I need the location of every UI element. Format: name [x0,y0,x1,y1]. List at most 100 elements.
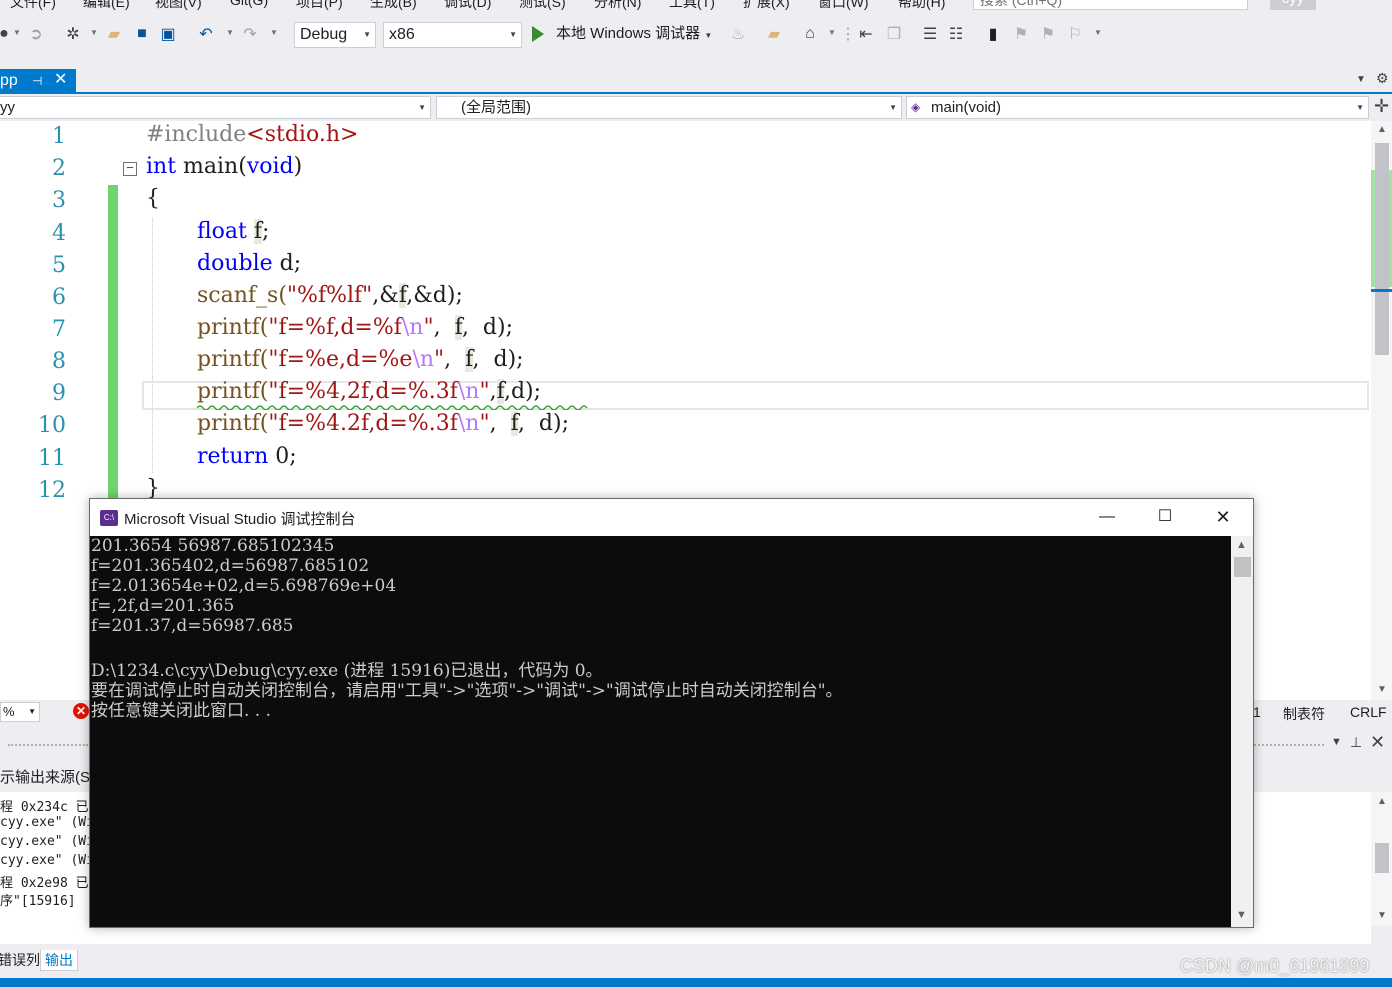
editor-scroll-thumb[interactable] [1375,143,1389,355]
code-line[interactable]: float f; [197,219,269,244]
scroll-down-icon[interactable]: ▼ [1236,909,1247,921]
menu-extensions[interactable]: 扩展(X) [743,0,790,12]
search-input[interactable]: 搜索 (Ctrl+Q) [973,0,1248,10]
step-icon[interactable]: ⇤ [856,24,876,44]
redo-icon[interactable]: ↷ [240,24,260,44]
platform-select[interactable]: x86 ▼ [383,22,522,48]
menu-help[interactable]: 帮助(H) [898,0,945,12]
line-number: 1 [52,124,66,149]
pin-icon[interactable]: ⊣ [32,69,42,93]
comment-icon[interactable]: ☰ [920,24,940,44]
close-icon[interactable]: ✕ [1208,503,1238,531]
escape-sequence: \n [457,411,480,436]
code-line[interactable]: printf("f=%e,d=%e\n", f, d); [197,347,524,372]
line-number: 5 [52,253,66,278]
line-ending[interactable]: CRLF [1350,704,1387,720]
save-all-icon[interactable]: ▣ [158,24,178,44]
project-select[interactable]: yy ▼ [0,96,431,119]
console-output[interactable]: 201.3654 56987.685102345 f=201.365402,d=… [90,536,1231,927]
save-icon[interactable]: ■ [132,24,152,44]
code-line[interactable]: #include<stdio.h> [146,122,358,147]
split-icon[interactable]: ✛ [1374,96,1389,117]
code-line[interactable]: printf("f=%f,d=%f\n", f, d); [197,315,513,340]
code-line[interactable]: printf("f=%4.2f,d=%.3f\n", f, d); [197,411,569,436]
debug-console-window[interactable]: C:\ Microsoft Visual Studio 调试控制台 — ☐ ✕ … [89,498,1254,928]
menu-build[interactable]: 生成(B) [370,0,417,12]
next-bookmark-icon[interactable]: ⚑ [1038,24,1058,44]
chevron-down-icon[interactable]: ▼ [13,28,21,37]
console-scroll-thumb[interactable] [1234,557,1251,577]
minimize-icon[interactable]: — [1092,503,1122,531]
menu-file[interactable]: 文件(F) [10,0,56,12]
code-line[interactable]: int main(void) [146,154,302,179]
chevron-down-icon[interactable]: ▼ [270,28,278,37]
prev-bookmark-icon[interactable]: ⚑ [1011,24,1031,44]
error-icon[interactable]: ✕ [73,703,89,719]
output-scroll-thumb[interactable] [1375,843,1389,873]
collapse-icon[interactable]: − [123,161,137,176]
scroll-down-icon[interactable]: ▼ [1377,684,1387,695]
tab-list-dropdown-icon[interactable]: ▼ [1356,74,1366,85]
console-title-bar[interactable]: C:\ Microsoft Visual Studio 调试控制台 — ☐ ✕ [90,499,1253,536]
member-select[interactable]: ◈ main(void) ▼ [906,96,1369,119]
close-icon[interactable]: ✕ [1370,732,1385,753]
menu-test[interactable]: 测试(S) [519,0,566,12]
chevron-down-icon[interactable]: ▼ [1331,736,1342,748]
scroll-down-icon[interactable]: ▼ [1377,910,1387,921]
zoom-select[interactable]: % ▼ [0,702,40,722]
code-line[interactable]: { [146,186,160,211]
browser-icon[interactable]: ⌂ [800,24,820,44]
gear-icon[interactable]: ⚙ [1376,70,1389,87]
close-icon[interactable]: ✕ [54,68,67,92]
code-line[interactable]: return 0; [197,444,297,469]
scroll-up-icon[interactable]: ▲ [1377,796,1387,807]
solution-config-select[interactable]: Debug ▼ [294,22,376,48]
menu-debug[interactable]: 调试(D) [444,0,491,12]
user-badge[interactable]: cyy [1270,0,1316,10]
run-icon[interactable] [532,26,544,42]
scroll-up-icon[interactable]: ▲ [1377,124,1387,135]
new-project-icon[interactable]: ✲ [63,24,83,44]
code-line[interactable]: double d; [197,251,301,276]
function-call: printf( [197,411,269,436]
menu-git[interactable]: Git(G) [230,0,268,8]
code-line[interactable]: scanf_s("%f%lf",&f,&d); [197,283,463,308]
scope-select[interactable]: (全局范围) ▼ [436,96,902,119]
find-in-files-icon[interactable]: ▰ [764,24,784,44]
line-number: 9 [52,381,66,406]
code-line[interactable]: printf("f=%4,2f,d=%.3f\n",f,d); [197,379,541,404]
string-literal: "f=%f,d=%f [268,315,402,340]
bookmark-icon[interactable]: ▮ [983,24,1003,44]
forward-icon[interactable]: ➲ [26,24,46,44]
run-debugger-button[interactable]: 本地 Windows 调试器 ▼ [556,22,712,48]
grip-icon[interactable] [1254,744,1324,748]
menu-window[interactable]: 窗口(W) [818,0,869,12]
pin-icon[interactable]: ⊥ [1350,734,1362,751]
back-icon[interactable]: ● [0,24,14,44]
console-scrollbar[interactable] [1231,536,1253,927]
grip-icon[interactable] [8,744,88,748]
tab-document[interactable]: pp ⊣ ✕ [0,69,76,94]
clear-bookmarks-icon[interactable]: ⚐ [1065,24,1085,44]
menu-analyze[interactable]: 分析(N) [594,0,641,12]
uncomment-icon[interactable]: ☷ [946,24,966,44]
chevron-down-icon[interactable]: ▼ [226,28,234,37]
undo-icon[interactable]: ↶ [196,24,216,44]
menu-project[interactable]: 项目(P) [296,0,343,12]
menu-edit[interactable]: 编辑(E) [83,0,130,12]
copy-icon[interactable]: ❐ [884,24,904,44]
chevron-down-icon[interactable]: ▼ [1094,28,1102,37]
indent-mode[interactable]: 制表符 [1283,704,1325,724]
maximize-icon[interactable]: ☐ [1150,503,1180,531]
code-text: , [444,347,466,372]
menu-view[interactable]: 视图(V) [155,0,202,12]
chevron-down-icon[interactable]: ▼ [90,28,98,37]
open-folder-icon[interactable]: ▰ [104,24,124,44]
menu-tools[interactable]: 工具(T) [669,0,715,12]
scroll-up-icon[interactable]: ▲ [1236,539,1247,551]
chevron-down-icon: ▼ [704,31,713,40]
tab-output[interactable]: 输出 [40,950,78,971]
fire-icon[interactable]: ♨ [728,24,748,44]
chevron-down-icon[interactable]: ▼ [828,28,836,37]
dotted-select-icon[interactable]: ⋮ [838,24,858,44]
